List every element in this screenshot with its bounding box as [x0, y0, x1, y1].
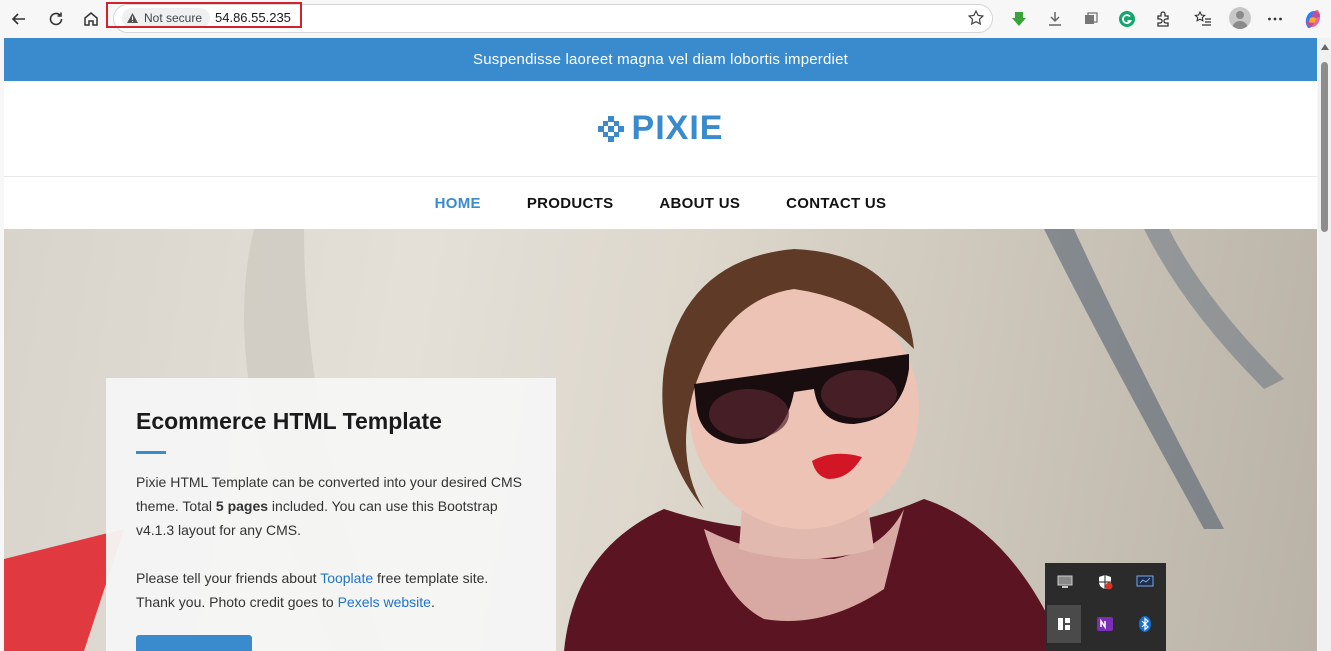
download-extension-icon[interactable]: [1006, 6, 1032, 32]
logo-header: PIXIE: [4, 81, 1317, 177]
scroll-thumb[interactable]: [1321, 62, 1328, 232]
address-highlight-box: [106, 2, 302, 28]
nav-about-us[interactable]: ABOUT US: [659, 195, 740, 212]
profile-avatar[interactable]: [1229, 7, 1251, 29]
announcement-bar: Suspendisse laoreet magna vel diam lobor…: [4, 38, 1317, 81]
home-icon[interactable]: [78, 6, 104, 32]
hero-paragraph-2: Please tell your friends about Tooplate …: [136, 566, 526, 614]
display-icon[interactable]: [1130, 567, 1160, 597]
announcement-text: Suspendisse laoreet magna vel diam lobor…: [473, 51, 848, 68]
system-tray-overflow: [1045, 563, 1166, 651]
downloads-icon[interactable]: [1042, 6, 1068, 32]
onenote-icon[interactable]: [1090, 609, 1120, 639]
pixie-logo-icon[interactable]: [597, 115, 624, 142]
favorites-list-icon[interactable]: [1190, 6, 1216, 32]
hero-p2-text-b: free template site.: [373, 570, 489, 586]
tooplate-link[interactable]: Tooplate: [320, 570, 373, 586]
hero-p1-bold: 5 pages: [215, 498, 269, 514]
extensions-icon[interactable]: [1150, 6, 1176, 32]
scroll-up-arrow-icon[interactable]: [1321, 44, 1329, 50]
hero-p3-text-b: .: [430, 594, 435, 610]
hero-title-underline: [136, 451, 166, 454]
site-logo-text[interactable]: PIXIE: [632, 109, 724, 148]
bluetooth-icon[interactable]: [1130, 609, 1160, 639]
back-icon[interactable]: [6, 6, 32, 32]
hero-title: Ecommerce HTML Template: [136, 408, 442, 434]
monitor-icon[interactable]: [1050, 567, 1080, 597]
nav-contact-us[interactable]: CONTACT US: [786, 195, 886, 212]
shield-icon[interactable]: [1090, 567, 1120, 597]
page-scrollbar[interactable]: [1318, 38, 1331, 651]
nav-products[interactable]: PRODUCTS: [527, 195, 614, 212]
snip-icon[interactable]: [1047, 605, 1081, 643]
nav-home[interactable]: HOME: [435, 195, 481, 212]
hero-paragraph-1: Pixie HTML Template can be converted int…: [136, 470, 526, 542]
refresh-icon[interactable]: [43, 6, 69, 32]
hero-p3-text-a: Thank you. Photo credit goes to: [136, 594, 338, 610]
grammarly-icon[interactable]: [1114, 6, 1140, 32]
hero-p2-text-a: Please tell your friends about: [136, 570, 321, 586]
main-nav: HOME PRODUCTS ABOUT US CONTACT US: [4, 178, 1317, 229]
collections-icon[interactable]: [1078, 6, 1104, 32]
hero-card: Ecommerce HTML Template Pixie HTML Templ…: [106, 378, 556, 651]
copilot-icon[interactable]: [1300, 6, 1326, 32]
web-page: Suspendisse laoreet magna vel diam lobor…: [4, 38, 1317, 651]
more-menu-icon[interactable]: [1262, 6, 1288, 32]
favorite-star-icon[interactable]: [964, 7, 988, 29]
hero-cta-button[interactable]: [136, 635, 252, 651]
browser-toolbar: Not secure 54.86.55.235: [0, 0, 1331, 37]
pexels-link[interactable]: Pexels website: [338, 594, 431, 610]
